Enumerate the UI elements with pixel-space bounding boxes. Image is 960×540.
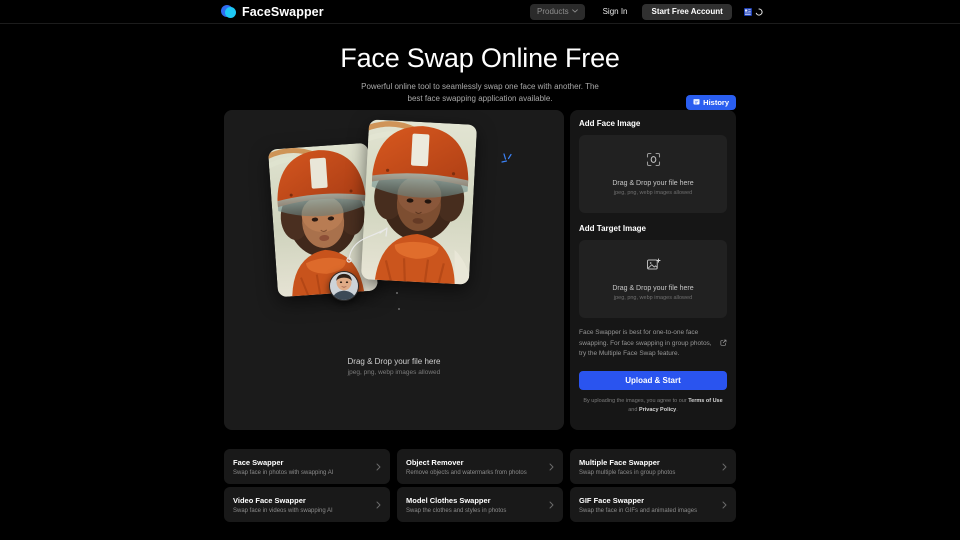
brand-logo[interactable]: FaceSwapper [221, 4, 324, 19]
demo-illustration [224, 110, 564, 372]
face-dropzone-sub-text: jpeg, png, webp images allowed [613, 190, 693, 196]
image-add-icon [646, 257, 661, 277]
external-link-icon[interactable] [720, 339, 727, 351]
history-calendar-icon [693, 98, 700, 107]
chevron-right-icon [376, 458, 381, 476]
add-face-image-label: Add Face Image [579, 119, 641, 128]
page-title: Face Swap Online Free [340, 43, 620, 73]
history-button-label: History [703, 98, 729, 107]
sparkle-icon [500, 152, 516, 168]
info-text-content: Face Swapper is best for one-to-one face… [579, 329, 712, 358]
face-image-dropzone[interactable]: Drag & Drop your file here jpeg, png, we… [579, 135, 727, 213]
feature-card-face-swapper[interactable]: Face Swapper Swap face in photos with sw… [224, 449, 390, 484]
card-description: Swap the clothes and styles in photos [406, 507, 507, 514]
loading-spinner-icon [755, 3, 763, 21]
chevron-right-icon [722, 458, 727, 476]
chevron-right-icon [722, 496, 727, 514]
card-title: Video Face Swapper [233, 495, 306, 505]
card-description: Remove objects and watermarks from photo… [406, 469, 527, 476]
feature-card-video-face-swapper[interactable]: Video Face Swapper Swap face in videos w… [224, 487, 390, 522]
faceswapper-logo-icon [221, 4, 236, 19]
hero-subtitle: Powerful online tool to seamlessly swap … [361, 81, 599, 104]
legal-suffix: . [676, 406, 678, 413]
brand-name: FaceSwapper [242, 4, 324, 19]
swap-curved-arrow-icon [346, 220, 398, 270]
language-region-group[interactable] [743, 3, 763, 21]
history-button[interactable]: History [686, 95, 736, 110]
legal-and: and [628, 406, 639, 413]
chevron-right-icon [376, 496, 381, 514]
preview-drop-sub-text: jpeg, png, webp images allowed [347, 369, 441, 376]
face-dropzone-main-text: Drag & Drop your file here [612, 180, 694, 187]
upload-controls-panel: History Add Face Image Drag & Drop your … [570, 95, 736, 430]
target-dropzone-main-text: Drag & Drop your file here [612, 285, 694, 292]
target-image-dropzone[interactable]: Drag & Drop your file here jpeg, png, we… [579, 240, 727, 318]
card-description: Swap face in photos with swapping AI [233, 469, 334, 476]
page-root: FaceSwapper Products Sign In Start Free … [0, 0, 960, 540]
feature-card-gif-face-swapper[interactable]: GIF Face Swapper Swap the face in GIFs a… [570, 487, 736, 522]
card-title: Multiple Face Swapper [579, 457, 660, 467]
add-target-image-label: Add Target Image [579, 224, 646, 233]
legal-disclaimer: By uploading the images, you agree to ou… [579, 397, 727, 415]
hero-section: Face Swap Online Free Powerful online to… [0, 43, 960, 105]
card-title: Face Swapper [233, 457, 284, 467]
preview-dropzone-caption: Drag & Drop your file here jpeg, png, we… [224, 357, 564, 376]
face-avatar-thumbnail [329, 271, 359, 301]
privacy-policy-link[interactable]: Privacy Policy [639, 407, 676, 413]
card-title: Object Remover [406, 457, 464, 467]
nav-products-dropdown[interactable]: Products [530, 3, 585, 20]
workspace: Drag & Drop your file here jpeg, png, we… [224, 95, 736, 430]
card-description: Swap face in videos with swapping AI [233, 507, 333, 514]
preview-drop-main-text: Drag & Drop your file here [347, 357, 441, 366]
feature-card-model-clothes-swapper[interactable]: Model Clothes Swapper Swap the clothes a… [397, 487, 563, 522]
card-description: Swap multiple faces in group photos [579, 469, 676, 476]
legal-prefix: By uploading the images, you agree to ou… [583, 398, 689, 405]
header-nav: Products Sign In Start Free Account [530, 3, 763, 21]
feature-cards-grid: Face Swapper Swap face in photos with sw… [224, 449, 736, 522]
language-flag-icon [743, 3, 752, 21]
terms-of-use-link[interactable]: Terms of Use [688, 398, 722, 404]
preview-dropzone-panel[interactable]: Drag & Drop your file here jpeg, png, we… [224, 110, 564, 430]
target-dropzone-sub-text: jpeg, png, webp images allowed [613, 295, 693, 301]
chevron-down-icon [571, 8, 578, 15]
site-header: FaceSwapper Products Sign In Start Free … [0, 0, 960, 24]
upload-and-start-button[interactable]: Upload & Start [579, 371, 727, 391]
chevron-right-icon [549, 496, 554, 514]
multiple-face-swap-info: Face Swapper is best for one-to-one face… [579, 328, 727, 360]
sign-in-link[interactable]: Sign In [603, 7, 628, 16]
decorative-dot [396, 292, 398, 294]
nav-products-label: Products [537, 7, 569, 16]
start-free-account-button[interactable]: Start Free Account [642, 3, 732, 20]
chevron-right-icon [549, 458, 554, 476]
feature-card-object-remover[interactable]: Object Remover Remove objects and waterm… [397, 449, 563, 484]
face-scan-icon [646, 152, 661, 172]
card-title: GIF Face Swapper [579, 495, 645, 505]
feature-card-multiple-face-swapper[interactable]: Multiple Face Swapper Swap multiple face… [570, 449, 736, 484]
card-description: Swap the face in GIFs and animated image… [579, 507, 698, 514]
decorative-dot [398, 308, 400, 310]
card-title: Model Clothes Swapper [406, 495, 491, 505]
